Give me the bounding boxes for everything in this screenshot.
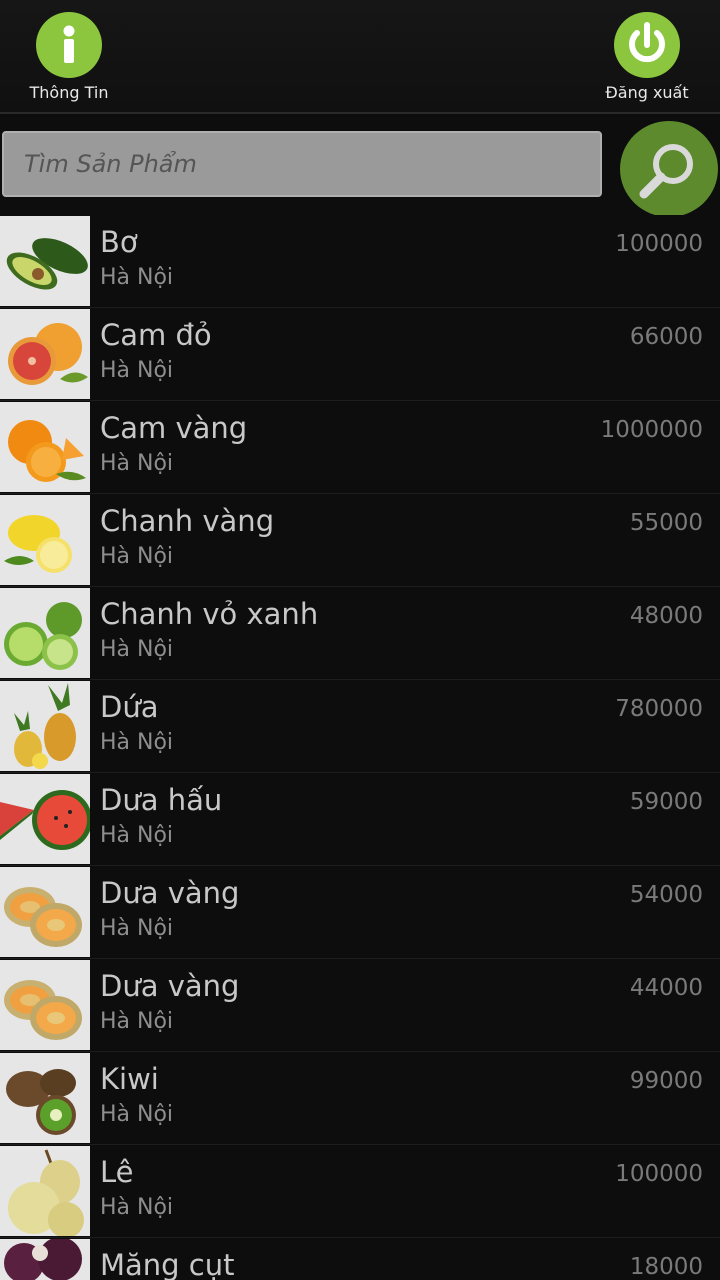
list-item[interactable]: Cam đỏ Hà Nội 66000 xyxy=(0,308,720,401)
product-price: 100000 xyxy=(615,231,703,257)
product-name: Bơ xyxy=(100,225,138,259)
product-name: Lê xyxy=(100,1155,134,1189)
product-thumbnail xyxy=(0,588,90,678)
product-price: 100000 xyxy=(615,1161,703,1187)
product-name: Kiwi xyxy=(100,1062,159,1096)
list-item[interactable]: Lê Hà Nội 100000 xyxy=(0,1145,720,1238)
list-item[interactable]: Dưa vàng Hà Nội 54000 xyxy=(0,866,720,959)
info-icon xyxy=(36,12,102,78)
logout-label: Đăng xuất xyxy=(605,83,689,102)
logout-button[interactable]: Đăng xuất xyxy=(592,12,702,102)
product-price: 48000 xyxy=(629,603,703,629)
product-price: 66000 xyxy=(629,324,703,350)
list-item[interactable]: Chanh vỏ xanh Hà Nội 48000 xyxy=(0,587,720,680)
product-price: 18000 xyxy=(629,1254,703,1280)
search-button[interactable] xyxy=(620,121,718,217)
list-item[interactable]: Cam vàng Hà Nội 1000000 xyxy=(0,401,720,494)
search-icon xyxy=(639,144,693,199)
product-name: Cam vàng xyxy=(100,411,248,445)
list-item[interactable]: Dưa vàng Hà Nội 44000 xyxy=(0,959,720,1052)
product-name: Dưa hấu xyxy=(100,783,223,817)
search-row xyxy=(0,115,720,217)
product-thumbnail xyxy=(0,309,90,399)
product-price: 54000 xyxy=(629,882,703,908)
product-name: Dưa vàng xyxy=(100,969,240,1003)
list-item[interactable]: Kiwi Hà Nội 99000 xyxy=(0,1052,720,1145)
product-location: Hà Nội xyxy=(100,1102,174,1127)
info-label: Thông Tin xyxy=(29,83,109,102)
product-location: Hà Nội xyxy=(100,1195,174,1220)
product-price: 99000 xyxy=(629,1068,703,1094)
product-location: Hà Nội xyxy=(100,451,174,476)
product-thumbnail xyxy=(0,495,90,585)
product-location: Hà Nội xyxy=(100,265,174,290)
product-location: Hà Nội xyxy=(100,637,174,662)
product-price: 1000000 xyxy=(600,417,703,443)
product-location: Hà Nội xyxy=(100,823,174,848)
list-item[interactable]: Măng cụtHà Nội18000 xyxy=(0,1238,720,1280)
product-location: Hà Nội xyxy=(100,544,174,569)
info-button[interactable]: Thông Tin xyxy=(14,12,124,102)
product-name: Măng cụt xyxy=(100,1248,235,1280)
product-location: Hà Nội xyxy=(100,916,174,941)
product-name: Dứa xyxy=(100,690,159,724)
product-price: 59000 xyxy=(629,789,703,815)
product-thumbnail xyxy=(0,1053,90,1143)
product-name: Chanh vỏ xanh xyxy=(100,597,319,631)
product-thumbnail xyxy=(0,402,90,492)
product-location: Hà Nội xyxy=(100,358,174,383)
product-price: 780000 xyxy=(615,696,703,722)
product-thumbnail xyxy=(0,774,90,864)
product-thumbnail xyxy=(0,960,90,1050)
product-thumbnail xyxy=(0,216,90,306)
product-location: Hà Nội xyxy=(100,730,174,755)
search-input[interactable] xyxy=(2,131,602,197)
list-item[interactable]: Dưa hấu Hà Nội 59000 xyxy=(0,773,720,866)
product-name: Chanh vàng xyxy=(100,504,275,538)
list-item[interactable]: Bơ Hà Nội 100000 xyxy=(0,215,720,308)
product-location: Hà Nội xyxy=(100,1009,174,1034)
product-thumbnail xyxy=(0,1239,90,1280)
power-icon xyxy=(614,12,680,78)
product-price: 55000 xyxy=(629,510,703,536)
top-bar: Thông Tin Đăng xuất xyxy=(0,0,720,114)
product-name: Dưa vàng xyxy=(100,876,240,910)
list-item[interactable]: Dứa Hà Nội 780000 xyxy=(0,680,720,773)
product-thumbnail xyxy=(0,681,90,771)
list-item[interactable]: Chanh vàng Hà Nội 55000 xyxy=(0,494,720,587)
product-name: Cam đỏ xyxy=(100,318,212,352)
product-thumbnail xyxy=(0,867,90,957)
product-price: 44000 xyxy=(629,975,703,1001)
product-thumbnail xyxy=(0,1146,90,1236)
product-list: Bơ Hà Nội 100000 Cam đỏ Hà Nội 66000 Cam vàng H… xyxy=(0,215,720,1280)
